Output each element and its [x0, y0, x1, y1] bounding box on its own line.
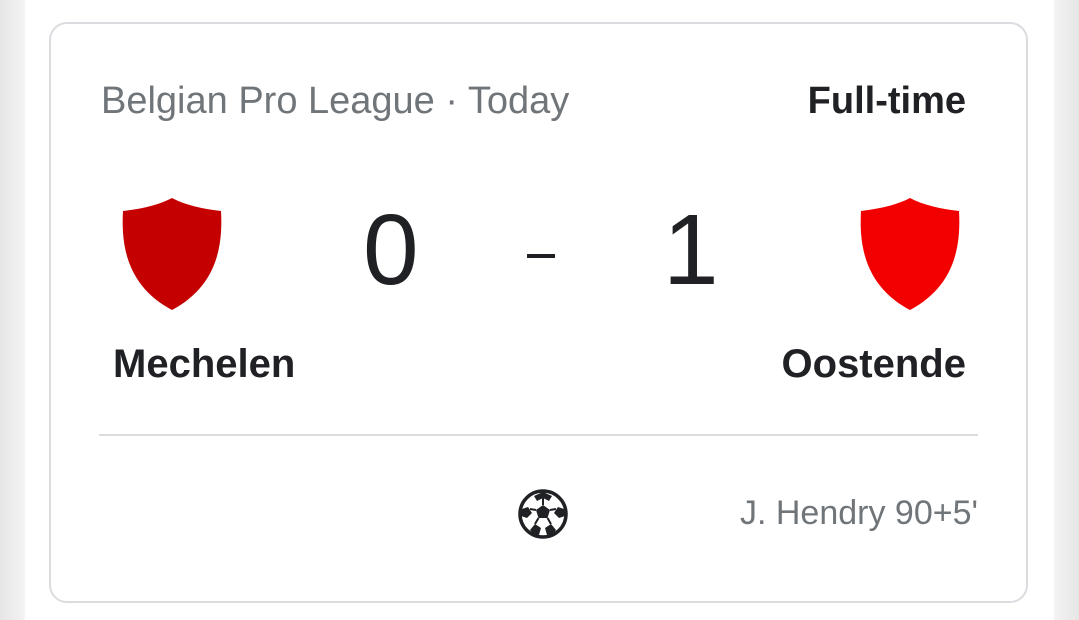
- match-header: Belgian Pro League · Today Full-time: [101, 80, 966, 130]
- match-card[interactable]: Belgian Pro League · Today Full-time Mec…: [49, 22, 1028, 603]
- home-team-name[interactable]: Mechelen: [113, 342, 295, 387]
- shield-icon: [860, 198, 960, 310]
- goal-scorer: J. Hendry 90+5': [739, 494, 978, 532]
- soccer-ball-icon: [518, 489, 568, 539]
- away-team-crest[interactable]: [857, 196, 963, 312]
- divider: [99, 434, 978, 436]
- league-label[interactable]: Belgian Pro League · Today: [101, 80, 569, 123]
- away-score: 1: [663, 194, 719, 306]
- score-separator: [527, 254, 555, 258]
- shield-icon: [122, 198, 222, 310]
- home-team-crest[interactable]: [119, 196, 225, 312]
- match-status: Full-time: [807, 80, 966, 122]
- page: Belgian Pro League · Today Full-time Mec…: [0, 0, 1079, 620]
- home-score: 0: [363, 194, 419, 306]
- away-team-name[interactable]: Oostende: [782, 342, 966, 387]
- goal-event-row: J. Hendry 90+5': [51, 480, 1026, 540]
